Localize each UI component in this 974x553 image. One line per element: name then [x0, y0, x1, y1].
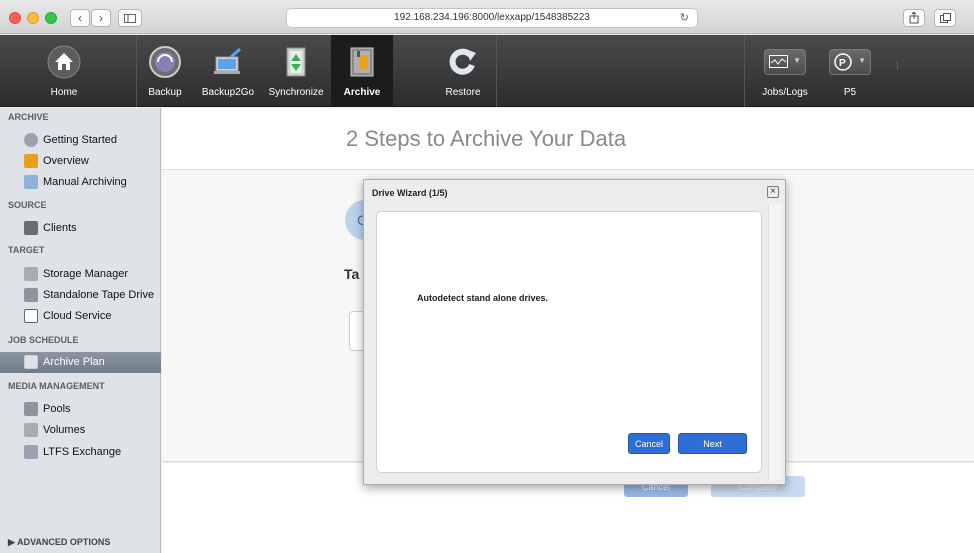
cloud-service-icon: [24, 309, 38, 323]
clients-icon: [24, 221, 38, 235]
sidebar-item-label: Manual Archiving: [43, 176, 127, 188]
dialog-message: Autodetect stand alone drives.: [417, 293, 549, 303]
sidebar-item-label: Volumes: [43, 424, 86, 436]
p5-dropdown[interactable]: P ▼: [829, 49, 871, 75]
browser-chrome: ‹ › 192.168.234.196:8000/lexxapp/1548385…: [0, 0, 974, 34]
chevron-down-icon: ▼: [858, 56, 866, 65]
sidebar-toggle-button[interactable]: [118, 9, 142, 27]
dialog-title: Drive Wizard (1/5): [372, 188, 448, 198]
sidebar-item-label: Getting Started: [43, 134, 117, 146]
tape-drive-icon: [24, 288, 38, 302]
sidebar-section-media-management: MEDIA MANAGEMENT: [8, 381, 105, 391]
toolbar-label-jobs: Jobs/Logs: [762, 87, 808, 98]
toolbar-label-backup: Backup: [148, 87, 182, 98]
toolbar-home[interactable]: Home: [36, 35, 92, 107]
sidebar-item-label: Overview: [43, 155, 89, 167]
tabs-button[interactable]: [934, 9, 956, 27]
volumes-icon: [24, 423, 38, 437]
reload-icon[interactable]: ↻: [680, 9, 689, 27]
share-button[interactable]: [903, 9, 925, 27]
sidebar-item-label: Archive Plan: [43, 356, 105, 368]
close-icon[interactable]: ×: [767, 186, 779, 198]
activity-icon: [769, 55, 788, 68]
toolbar-restore[interactable]: Restore: [438, 35, 488, 107]
toolbar-label-restore: Restore: [445, 87, 481, 98]
toolbar-label-p5: P5: [843, 87, 857, 98]
url-text: 192.168.234.196:8000/lexxapp/1548385223: [394, 12, 590, 23]
sidebar-item-label: Pools: [43, 403, 71, 415]
home-icon: [47, 45, 81, 79]
svg-text:P: P: [839, 58, 846, 69]
page-title: 2 Steps to Archive Your Data: [346, 126, 627, 151]
sidebar-section-target: TARGET: [8, 245, 45, 255]
archive-icon: [350, 47, 374, 77]
dialog-next-button[interactable]: Next: [678, 433, 747, 454]
dialog-body: Autodetect stand alone drives. Cancel Ne…: [376, 211, 762, 473]
toolbar-overflow-icon[interactable]: ⁞: [896, 61, 899, 72]
p5-menu[interactable]: P ▼ P5: [820, 35, 880, 107]
dialog-cancel-button[interactable]: Cancel: [628, 433, 670, 454]
ltfs-exchange-icon: [24, 445, 38, 459]
p5-logo-icon: P: [834, 53, 852, 71]
storage-manager-icon: [24, 267, 38, 281]
jobs-logs-dropdown[interactable]: ▼: [764, 49, 806, 75]
toolbar-backup[interactable]: Backup: [140, 35, 190, 107]
sidebar-item-archive-plan[interactable]: Archive Plan: [0, 352, 161, 373]
sidebar-item-volumes[interactable]: Volumes: [0, 420, 161, 441]
toolbar-divider: [136, 35, 137, 107]
sidebar-item-standalone-tape-drive[interactable]: Standalone Tape Drive: [0, 285, 161, 306]
sidebar-section-archive: ARCHIVE: [8, 112, 49, 122]
sidebar-toggle-icon: [124, 14, 136, 23]
restore-icon: [449, 48, 476, 75]
address-bar[interactable]: 192.168.234.196:8000/lexxapp/1548385223 …: [286, 8, 698, 28]
toolbar-synchronize[interactable]: Synchronize: [266, 35, 326, 107]
backup-icon: [149, 46, 181, 78]
sidebar-item-manual-archiving[interactable]: Manual Archiving: [0, 172, 161, 193]
backup2go-icon: [214, 47, 241, 74]
toolbar-archive[interactable]: Archive: [331, 35, 393, 107]
toolbar-label-archive: Archive: [343, 87, 381, 98]
pools-icon: [24, 402, 38, 416]
tabs-icon: [939, 13, 951, 23]
getting-started-icon: [24, 133, 38, 147]
zoom-window-icon[interactable]: [45, 12, 57, 24]
advanced-options-toggle[interactable]: ▶ ADVANCED OPTIONS: [8, 537, 110, 548]
archive-plan-icon: [24, 355, 38, 369]
toolbar-backup2go[interactable]: Backup2Go: [200, 35, 256, 107]
sidebar-item-clients[interactable]: Clients: [0, 218, 161, 239]
sidebar-item-pools[interactable]: Pools: [0, 399, 161, 420]
sidebar-item-storage-manager[interactable]: Storage Manager: [0, 264, 161, 285]
toolbar-divider: [744, 35, 745, 107]
forward-button[interactable]: ›: [91, 9, 111, 27]
sidebar-item-label: LTFS Exchange: [43, 446, 122, 458]
sidebar-item-label: Standalone Tape Drive: [43, 289, 155, 301]
minimize-window-icon[interactable]: [27, 12, 39, 24]
sidebar-item-label: Clients: [43, 222, 77, 234]
section-heading: Ta: [344, 266, 360, 282]
app-toolbar: Home Backup Backup2Go Synchronize Archiv…: [0, 35, 974, 107]
jobs-logs-menu[interactable]: ▼ Jobs/Logs: [755, 35, 815, 107]
sidebar-section-source: SOURCE: [8, 200, 47, 210]
back-button[interactable]: ‹: [70, 9, 90, 27]
synchronize-icon: [286, 47, 306, 77]
sidebar-item-ltfs-exchange[interactable]: LTFS Exchange: [0, 442, 161, 463]
toolbar-label-home: Home: [50, 87, 78, 98]
sidebar-item-getting-started[interactable]: Getting Started: [0, 130, 161, 151]
drive-wizard-dialog: Drive Wizard (1/5) × Autodetect stand al…: [363, 179, 786, 485]
sidebar-item-overview[interactable]: Overview: [0, 151, 161, 172]
sidebar: ARCHIVE Getting Started Overview Manual …: [0, 108, 161, 553]
manual-archiving-icon: [24, 175, 38, 189]
dialog-scrollbar[interactable]: [768, 204, 782, 480]
toolbar-label-backup2go: Backup2Go: [201, 87, 255, 98]
toolbar-label-synchronize: Synchronize: [268, 87, 324, 98]
share-icon: [909, 11, 919, 24]
sidebar-section-job-schedule: JOB SCHEDULE: [8, 335, 79, 345]
sidebar-item-label: Storage Manager: [43, 268, 128, 280]
sidebar-item-label: Cloud Service: [43, 310, 112, 322]
chevron-down-icon: ▼: [793, 56, 801, 65]
sidebar-item-cloud-service[interactable]: Cloud Service: [0, 306, 161, 327]
overview-icon: [24, 154, 38, 168]
toolbar-divider: [496, 35, 497, 107]
close-window-icon[interactable]: [9, 12, 21, 24]
